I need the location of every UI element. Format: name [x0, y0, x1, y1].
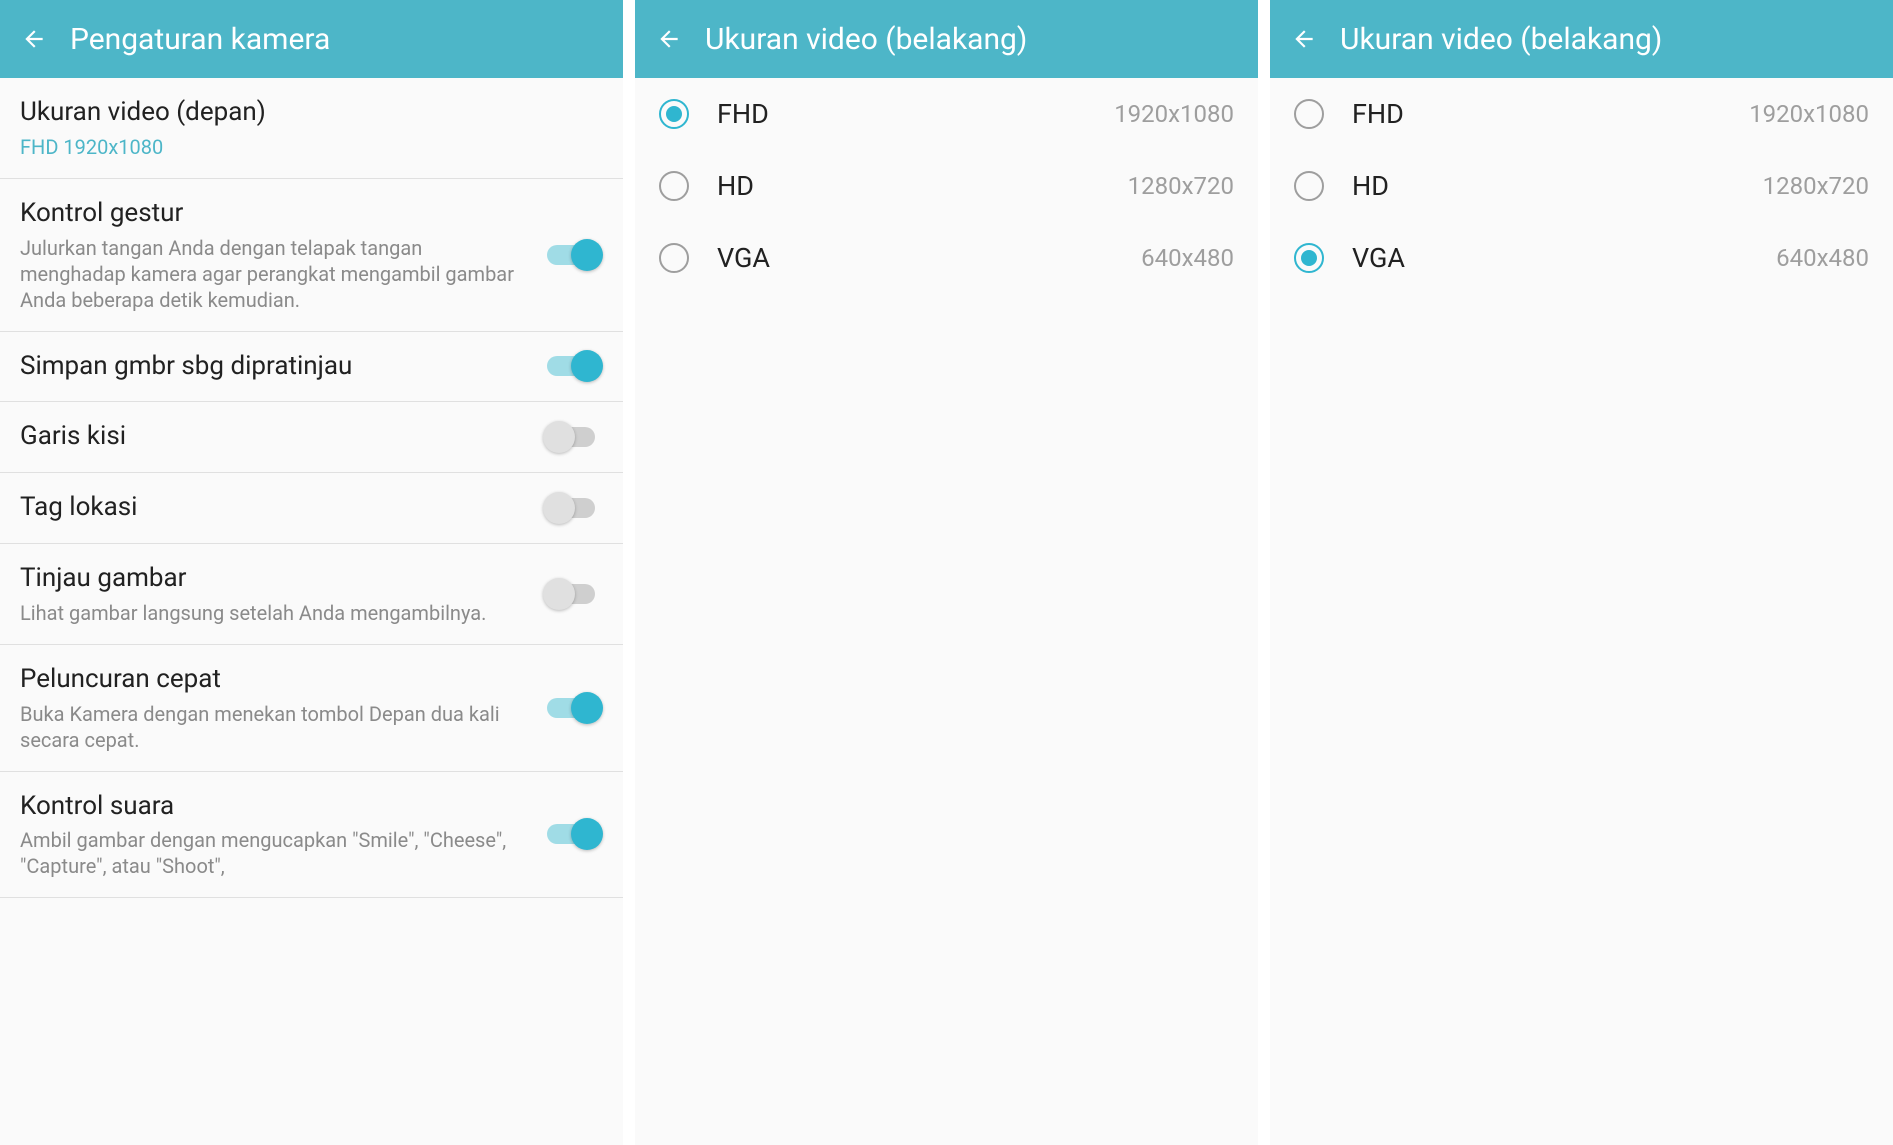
header-bar: Ukuran video (belakang) [635, 0, 1258, 78]
radio-label: VGA [1352, 242, 1776, 274]
radio-option-hd[interactable]: HD 1280x720 [635, 150, 1258, 222]
toggle-voice-control[interactable] [547, 818, 603, 850]
settings-list[interactable]: Ukuran video (depan) FHD 1920x1080 Kontr… [0, 78, 623, 1145]
screen-video-size-rear-a: Ukuran video (belakang) FHD 1920x1080 HD… [635, 0, 1258, 1145]
back-button[interactable] [653, 23, 685, 55]
page-title: Ukuran video (belakang) [705, 22, 1027, 57]
radio-resolution: 1920x1080 [1749, 100, 1869, 128]
radio-label: HD [717, 170, 1128, 202]
radio-label: HD [1352, 170, 1763, 202]
screen-camera-settings: Pengaturan kamera Ukuran video (depan) F… [0, 0, 623, 1145]
screen-video-size-rear-b: Ukuran video (belakang) FHD 1920x1080 HD… [1270, 0, 1893, 1145]
toggle-review-pictures[interactable] [547, 578, 603, 610]
setting-quick-launch[interactable]: Peluncuran cepat Buka Kamera dengan mene… [0, 645, 623, 772]
setting-title: Tag lokasi [20, 491, 531, 525]
arrow-left-icon [21, 26, 47, 52]
setting-title: Peluncuran cepat [20, 663, 531, 697]
setting-title: Kontrol suara [20, 790, 531, 824]
page-title: Pengaturan kamera [70, 22, 330, 57]
radio-option-hd[interactable]: HD 1280x720 [1270, 150, 1893, 222]
back-button[interactable] [1288, 23, 1320, 55]
radio-icon [1294, 171, 1324, 201]
radio-option-vga[interactable]: VGA 640x480 [1270, 222, 1893, 294]
setting-subtitle: Buka Kamera dengan menekan tombol Depan … [20, 701, 531, 753]
radio-icon [659, 171, 689, 201]
setting-title: Simpan gmbr sbg dipratinjau [20, 350, 531, 384]
radio-icon [659, 243, 689, 273]
setting-subtitle: Julurkan tangan Anda dengan telapak tang… [20, 235, 531, 313]
setting-location-tags[interactable]: Tag lokasi [0, 473, 623, 544]
page-title: Ukuran video (belakang) [1340, 22, 1662, 57]
arrow-left-icon [656, 26, 682, 52]
toggle-grid-lines[interactable] [547, 421, 603, 453]
radio-resolution: 640x480 [1776, 244, 1869, 272]
radio-resolution: 640x480 [1141, 244, 1234, 272]
setting-voice-control[interactable]: Kontrol suara Ambil gambar dengan menguc… [0, 772, 623, 899]
toggle-quick-launch[interactable] [547, 692, 603, 724]
setting-review-pictures[interactable]: Tinjau gambar Lihat gambar langsung sete… [0, 544, 623, 645]
radio-option-fhd[interactable]: FHD 1920x1080 [635, 78, 1258, 150]
setting-title: Garis kisi [20, 420, 531, 454]
radio-option-list: FHD 1920x1080 HD 1280x720 VGA 640x480 [635, 78, 1258, 1145]
setting-grid-lines[interactable]: Garis kisi [0, 402, 623, 473]
radio-label: VGA [717, 242, 1141, 274]
radio-label: FHD [717, 98, 1114, 130]
setting-subtitle: Ambil gambar dengan mengucapkan "Smile",… [20, 827, 531, 879]
arrow-left-icon [1291, 26, 1317, 52]
setting-save-as-preview[interactable]: Simpan gmbr sbg dipratinjau [0, 332, 623, 403]
setting-gesture-control[interactable]: Kontrol gestur Julurkan tangan Anda deng… [0, 179, 623, 332]
header-bar: Ukuran video (belakang) [1270, 0, 1893, 78]
setting-title: Kontrol gestur [20, 197, 531, 231]
setting-title: Ukuran video (depan) [20, 96, 587, 130]
radio-icon [1294, 243, 1324, 273]
radio-option-vga[interactable]: VGA 640x480 [635, 222, 1258, 294]
back-button[interactable] [18, 23, 50, 55]
radio-icon [659, 99, 689, 129]
toggle-location-tags[interactable] [547, 492, 603, 524]
toggle-save-as-preview[interactable] [547, 350, 603, 382]
setting-subtitle: Lihat gambar langsung setelah Anda menga… [20, 600, 531, 626]
setting-video-size-front[interactable]: Ukuran video (depan) FHD 1920x1080 [0, 78, 623, 179]
radio-resolution: 1920x1080 [1114, 100, 1234, 128]
radio-option-list: FHD 1920x1080 HD 1280x720 VGA 640x480 [1270, 78, 1893, 1145]
radio-label: FHD [1352, 98, 1749, 130]
setting-subtitle: FHD 1920x1080 [20, 134, 587, 160]
setting-title: Tinjau gambar [20, 562, 531, 596]
radio-icon [1294, 99, 1324, 129]
header-bar: Pengaturan kamera [0, 0, 623, 78]
radio-resolution: 1280x720 [1763, 172, 1869, 200]
radio-option-fhd[interactable]: FHD 1920x1080 [1270, 78, 1893, 150]
toggle-gesture-control[interactable] [547, 239, 603, 271]
radio-resolution: 1280x720 [1128, 172, 1234, 200]
